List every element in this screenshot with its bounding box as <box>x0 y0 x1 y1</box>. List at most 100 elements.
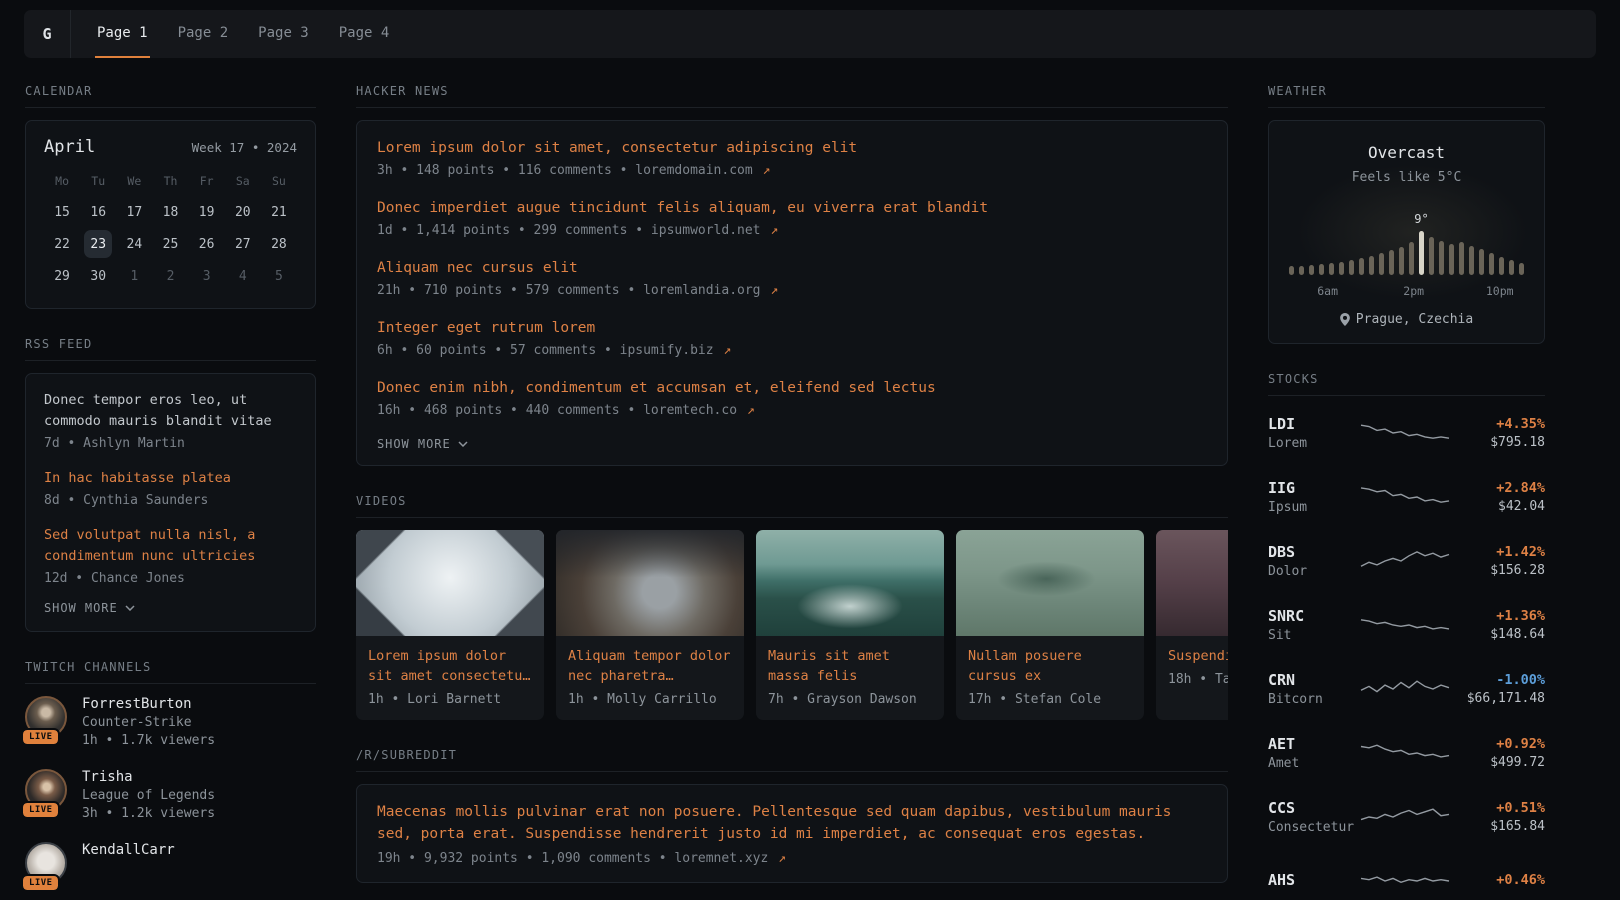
stock-sparkline <box>1356 418 1453 448</box>
video-title[interactable]: Mauris sit amet massa felis <box>768 646 932 686</box>
rss-show-more-button[interactable]: SHOW MORE <box>44 601 135 615</box>
rss-item-title[interactable]: Donec tempor eros leo, ut commodo mauris… <box>44 390 297 432</box>
calendar-day: 17 <box>120 198 148 226</box>
external-link-icon[interactable]: ↗ <box>747 403 755 418</box>
channel-name[interactable]: KendallCarr <box>82 842 175 858</box>
weather-bars: 9° <box>1287 229 1526 275</box>
stock-name: Sit <box>1268 628 1356 643</box>
weather-card: Overcast Feels like 5°C 9° 6am 2pm 10pm … <box>1268 120 1545 344</box>
video-card[interactable]: Lorem ipsum dolor sit amet consectetu… 1… <box>356 530 544 720</box>
external-link-icon[interactable]: ↗ <box>763 163 771 178</box>
twitch-channel[interactable]: LIVE Trisha League of Legends 3h • 1.2k … <box>25 769 316 821</box>
external-link-icon[interactable]: ↗ <box>723 343 731 358</box>
subreddit-card: Maecenas mollis pulvinar erat non posuer… <box>356 784 1228 883</box>
twitch-widget: TWITCH CHANNELS LIVE ForrestBurton Count… <box>25 660 316 884</box>
hn-item-meta: 21h • 710 points • 579 comments • loreml… <box>377 283 1207 298</box>
rss-item-title[interactable]: Sed volutpat nulla nisl, a condimentum n… <box>44 525 297 567</box>
twitch-section-title: TWITCH CHANNELS <box>25 660 316 684</box>
weather-bar <box>1299 266 1304 275</box>
weather-widget: WEATHER Overcast Feels like 5°C 9° 6am 2… <box>1268 84 1545 344</box>
chevron-down-icon <box>125 605 135 611</box>
stock-sparkline <box>1356 738 1453 768</box>
weather-bar <box>1309 265 1314 275</box>
twitch-channel[interactable]: LIVE ForrestBurton Counter-Strike 1h • 1… <box>25 696 316 748</box>
channel-name[interactable]: Trisha <box>82 769 215 785</box>
hn-item-meta: 16h • 468 points • 440 comments • loremt… <box>377 403 1207 418</box>
app-logo[interactable]: G <box>24 10 71 58</box>
calendar-day: 30 <box>84 262 112 290</box>
tab-page-4[interactable]: Page 4 <box>337 10 392 58</box>
hn-item-title[interactable]: Donec imperdiet augue tincidunt felis al… <box>377 197 1207 219</box>
external-link-icon[interactable]: ↗ <box>770 283 778 298</box>
hackernews-widget: HACKER NEWS Lorem ipsum dolor sit amet, … <box>356 84 1228 466</box>
stocks-widget: STOCKS LDI Lorem +4.35% $795.18 <box>1268 372 1545 900</box>
weather-bar: 9° <box>1419 231 1424 275</box>
stock-price: $66,171.48 <box>1453 691 1545 706</box>
channel-name[interactable]: ForrestBurton <box>82 696 215 712</box>
video-thumbnail[interactable] <box>356 530 544 636</box>
hn-item-title[interactable]: Donec enim nibh, condimentum et accumsan… <box>377 377 1207 399</box>
weather-bar <box>1349 260 1354 275</box>
stock-sparkline <box>1356 802 1453 832</box>
video-title[interactable]: Aliquam tempor dolor nec pharetra… <box>568 646 732 686</box>
weather-bar <box>1509 260 1514 275</box>
hn-meta-text: 1d • 1,414 points • 299 comments • ipsum… <box>377 223 761 238</box>
stock-price: $156.28 <box>1453 563 1545 578</box>
stock-row[interactable]: AET Amet +0.92% $499.72 <box>1268 728 1545 778</box>
hackernews-show-more-button[interactable]: SHOW MORE <box>377 437 468 451</box>
hn-meta-text: 21h • 710 points • 579 comments • loreml… <box>377 283 761 298</box>
stock-row[interactable]: LDI Lorem +4.35% $795.18 <box>1268 408 1545 458</box>
hn-meta-text: 3h • 148 points • 116 comments • loremdo… <box>377 163 753 178</box>
stock-row[interactable]: CRN Bitcorn -1.00% $66,171.48 <box>1268 664 1545 714</box>
hn-item: Integer eget rutrum lorem 6h • 60 points… <box>377 317 1207 358</box>
weather-feels-like: Feels like 5°C <box>1287 170 1526 185</box>
live-badge: LIVE <box>23 876 58 890</box>
stock-price: $148.64 <box>1453 627 1545 642</box>
video-card[interactable]: Nullam posuere cursus ex 17h • Stefan Co… <box>956 530 1144 720</box>
video-title[interactable]: Nullam posuere cursus ex <box>968 646 1132 686</box>
video-card[interactable]: Mauris sit amet massa felis 7h • Grayson… <box>756 530 944 720</box>
external-link-icon[interactable]: ↗ <box>770 223 778 238</box>
rss-item-meta: 7d • Ashlyn Martin <box>44 436 297 451</box>
weekday-label: Su <box>272 174 286 188</box>
hn-item-title[interactable]: Lorem ipsum dolor sit amet, consectetur … <box>377 137 1207 159</box>
video-thumbnail[interactable] <box>756 530 944 636</box>
stock-change: +2.84% <box>1453 480 1545 496</box>
stock-row[interactable]: IIG Ipsum +2.84% $42.04 <box>1268 472 1545 522</box>
weather-condition: Overcast <box>1287 143 1526 162</box>
stock-row[interactable]: DBS Dolor +1.42% $156.28 <box>1268 536 1545 586</box>
stock-row[interactable]: AHS +0.46% <box>1268 856 1545 900</box>
reddit-item-title[interactable]: Maecenas mollis pulvinar erat non posuer… <box>377 801 1207 845</box>
hn-item-title[interactable]: Aliquam nec cursus elit <box>377 257 1207 279</box>
video-card[interactable]: Aliquam tempor dolor nec pharetra… 1h • … <box>556 530 744 720</box>
video-thumbnail[interactable] <box>556 530 744 636</box>
hn-item: Lorem ipsum dolor sit amet, consectetur … <box>377 137 1207 178</box>
stock-row[interactable]: SNRC Sit +1.36% $148.64 <box>1268 600 1545 650</box>
weekday-label: We <box>127 174 141 188</box>
time-label: 6am <box>1317 284 1338 298</box>
external-link-icon[interactable]: ↗ <box>778 851 786 866</box>
twitch-channel[interactable]: LIVE KendallCarr <box>25 842 316 884</box>
video-title[interactable]: Lorem ipsum dolor sit amet consectetu… <box>368 646 532 686</box>
calendar-day: 26 <box>193 230 221 258</box>
channel-game: Counter-Strike <box>82 715 215 730</box>
tab-page-2[interactable]: Page 2 <box>176 10 231 58</box>
rss-item-title[interactable]: In hac habitasse platea <box>44 468 297 489</box>
hackernews-section-title: HACKER NEWS <box>356 84 1228 108</box>
stock-price: $165.84 <box>1453 819 1545 834</box>
calendar-day: 29 <box>48 262 76 290</box>
video-card[interactable]: Suspendis diam 18h • Tara <box>1156 530 1228 720</box>
stock-row[interactable]: CCS Consectetur +0.51% $165.84 <box>1268 792 1545 842</box>
video-thumbnail[interactable] <box>1156 530 1228 636</box>
video-title[interactable]: Suspendis diam <box>1168 646 1228 666</box>
stocks-list: LDI Lorem +4.35% $795.18 IIG Ipsum <box>1268 408 1545 900</box>
weather-bar <box>1409 242 1414 275</box>
weather-bar <box>1389 250 1394 275</box>
reddit-item: Maecenas mollis pulvinar erat non posuer… <box>377 801 1207 866</box>
tab-page-1[interactable]: Page 1 <box>95 10 150 58</box>
tab-page-3[interactable]: Page 3 <box>256 10 311 58</box>
video-thumbnail[interactable] <box>956 530 1144 636</box>
calendar-day-outmonth: 4 <box>229 262 257 290</box>
hn-item-title[interactable]: Integer eget rutrum lorem <box>377 317 1207 339</box>
subreddit-section-title: /R/SUBREDDIT <box>356 748 1228 772</box>
